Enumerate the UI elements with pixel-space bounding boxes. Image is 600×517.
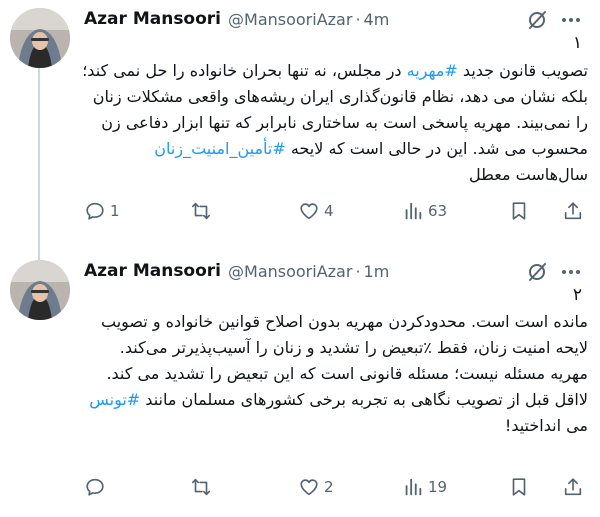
- share-icon: [564, 202, 582, 220]
- text-segment: تصویب قانون جدید: [457, 61, 588, 80]
- repost-icon: [191, 478, 211, 496]
- like-count: 4: [324, 202, 334, 220]
- share-button[interactable]: [562, 472, 584, 502]
- reply-button[interactable]: [84, 472, 110, 502]
- thread-number: ۲: [572, 285, 582, 305]
- text-segment: مانده است است. محدودکردن مهریه بدون اصلا…: [101, 312, 588, 409]
- timestamp[interactable]: 1m: [364, 262, 390, 281]
- tweet-text: تصویب قانون جدید #مهریه در مجلس، نه تنها…: [82, 58, 588, 188]
- views-icon: [405, 478, 422, 496]
- hashtag-link[interactable]: #تونس: [89, 390, 140, 409]
- tweet[interactable]: Azar Mansoori @MansooriAzar · 4m ۱ تصویب…: [0, 0, 600, 246]
- reply-count: 1: [110, 202, 120, 220]
- avatar[interactable]: [10, 8, 70, 68]
- tweet-actions: 1 4 63: [76, 196, 588, 226]
- author-handle[interactable]: @MansooriAzar: [228, 262, 352, 281]
- views-icon: [405, 202, 422, 220]
- more-icon[interactable]: [560, 261, 582, 283]
- views-count: 19: [428, 478, 448, 496]
- bookmark-button[interactable]: [508, 472, 530, 502]
- text-segment: سال‌هاست معطل: [469, 165, 588, 184]
- share-icon: [564, 478, 582, 496]
- grok-icon[interactable]: [526, 9, 548, 31]
- header-separator: ·: [355, 9, 361, 29]
- thread-number: ۱: [572, 33, 582, 53]
- repost-icon: [191, 202, 211, 220]
- like-button[interactable]: 2: [298, 472, 334, 502]
- like-icon: [300, 203, 318, 220]
- views-button[interactable]: 19: [402, 472, 447, 502]
- tweet-actions: 2 19: [76, 472, 588, 502]
- views-button[interactable]: 63: [402, 196, 447, 226]
- like-button[interactable]: 4: [298, 196, 334, 226]
- more-icon[interactable]: [560, 9, 582, 31]
- bookmark-icon: [512, 478, 526, 496]
- author-name[interactable]: Azar Mansoori: [84, 9, 221, 29]
- bookmark-button[interactable]: [508, 196, 530, 226]
- timestamp[interactable]: 4m: [364, 10, 390, 29]
- tweet-header: Azar Mansoori @MansooriAzar · 1m: [84, 258, 600, 284]
- author-handle[interactable]: @MansooriAzar: [228, 10, 352, 29]
- text-segment: می انداختید!: [504, 416, 588, 435]
- avatar[interactable]: [10, 260, 70, 320]
- views-count: 63: [428, 202, 448, 220]
- hashtag-link[interactable]: #تأمین_امنیت_زنان: [154, 139, 286, 158]
- reply-icon: [86, 478, 104, 496]
- header-separator: ·: [355, 261, 361, 281]
- repost-button[interactable]: [190, 472, 216, 502]
- share-button[interactable]: [562, 196, 584, 226]
- reply-button[interactable]: 1: [84, 196, 120, 226]
- tweet-text: مانده است است. محدودکردن مهریه بدون اصلا…: [82, 309, 588, 439]
- author-name[interactable]: Azar Mansoori: [84, 261, 221, 281]
- like-icon: [300, 479, 318, 496]
- grok-icon[interactable]: [526, 261, 548, 283]
- like-count: 2: [324, 478, 334, 496]
- reply-icon: [86, 202, 104, 220]
- tweet[interactable]: Azar Mansoori @MansooriAzar · 1m ۲ مانده…: [0, 246, 600, 517]
- repost-button[interactable]: [190, 196, 216, 226]
- hashtag-link[interactable]: #مهریه: [407, 61, 458, 80]
- bookmark-icon: [512, 202, 526, 220]
- tweet-header: Azar Mansoori @MansooriAzar · 4m: [84, 6, 600, 32]
